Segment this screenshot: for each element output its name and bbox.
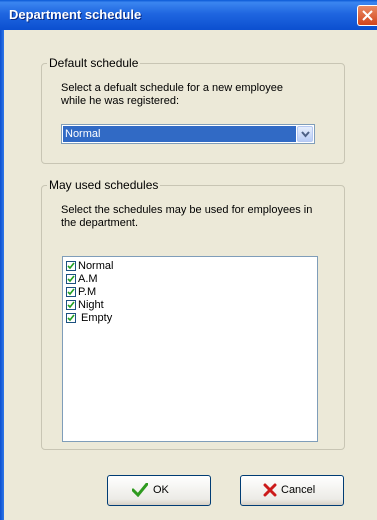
window-border (0, 30, 4, 520)
default-schedule-description-line-1: Select a defualt schedule for a new empl… (61, 82, 283, 94)
schedule-item-normal[interactable]: Normal (66, 260, 113, 273)
close-button[interactable] (357, 5, 377, 26)
default-schedule-description-line-2: while he was registered: (61, 95, 180, 107)
checkmark-icon (67, 262, 75, 270)
close-icon (362, 10, 373, 21)
default-schedule-group: Default schedule (41, 56, 345, 164)
schedule-item-label: A.M (78, 273, 98, 285)
checkmark-icon (132, 483, 148, 497)
default-schedule-select[interactable]: Normal (61, 124, 315, 144)
checkbox[interactable] (66, 274, 76, 284)
schedule-item-am[interactable]: A.M (66, 273, 98, 286)
default-schedule-selected-value: Normal (63, 126, 296, 142)
window-title: Department schedule (9, 7, 142, 22)
checkbox[interactable] (66, 261, 76, 271)
chevron-down-icon (301, 131, 310, 138)
used-schedules-group-title: May used schedules (47, 178, 161, 192)
used-schedules-description-line-1: Select the schedules may be used for emp… (61, 204, 313, 216)
ok-button-label: OK (153, 484, 169, 496)
checkbox[interactable] (66, 313, 76, 323)
schedule-item-pm[interactable]: P.M (66, 286, 96, 299)
schedule-item-night[interactable]: Night (66, 299, 104, 312)
checkbox[interactable] (66, 300, 76, 310)
ok-button[interactable]: OK (107, 475, 211, 506)
checkmark-icon (67, 275, 75, 283)
checkmark-icon (67, 314, 75, 322)
cancel-button-label: Cancel (281, 484, 316, 496)
cancel-button[interactable]: Cancel (240, 475, 344, 506)
schedule-item-label: Night (78, 299, 104, 311)
checkbox[interactable] (66, 287, 76, 297)
default-schedule-group-title: Default schedule (47, 56, 141, 70)
used-schedules-description-line-2: the department. (61, 217, 139, 229)
checkmark-icon (67, 301, 75, 309)
dialog-window: Department schedule Default schedule Sel… (0, 0, 377, 520)
checkmark-icon (67, 288, 75, 296)
schedules-checklist[interactable]: Normal A.M P.M Night Empty (62, 256, 318, 442)
schedule-item-label: Normal (78, 260, 114, 272)
dropdown-button[interactable] (297, 126, 313, 142)
schedule-item-label: P.M (78, 286, 97, 298)
cross-icon (263, 483, 277, 497)
schedule-item-empty[interactable]: Empty (66, 312, 112, 325)
schedule-item-label: Empty (78, 312, 113, 324)
title-bar: Department schedule (0, 0, 377, 30)
